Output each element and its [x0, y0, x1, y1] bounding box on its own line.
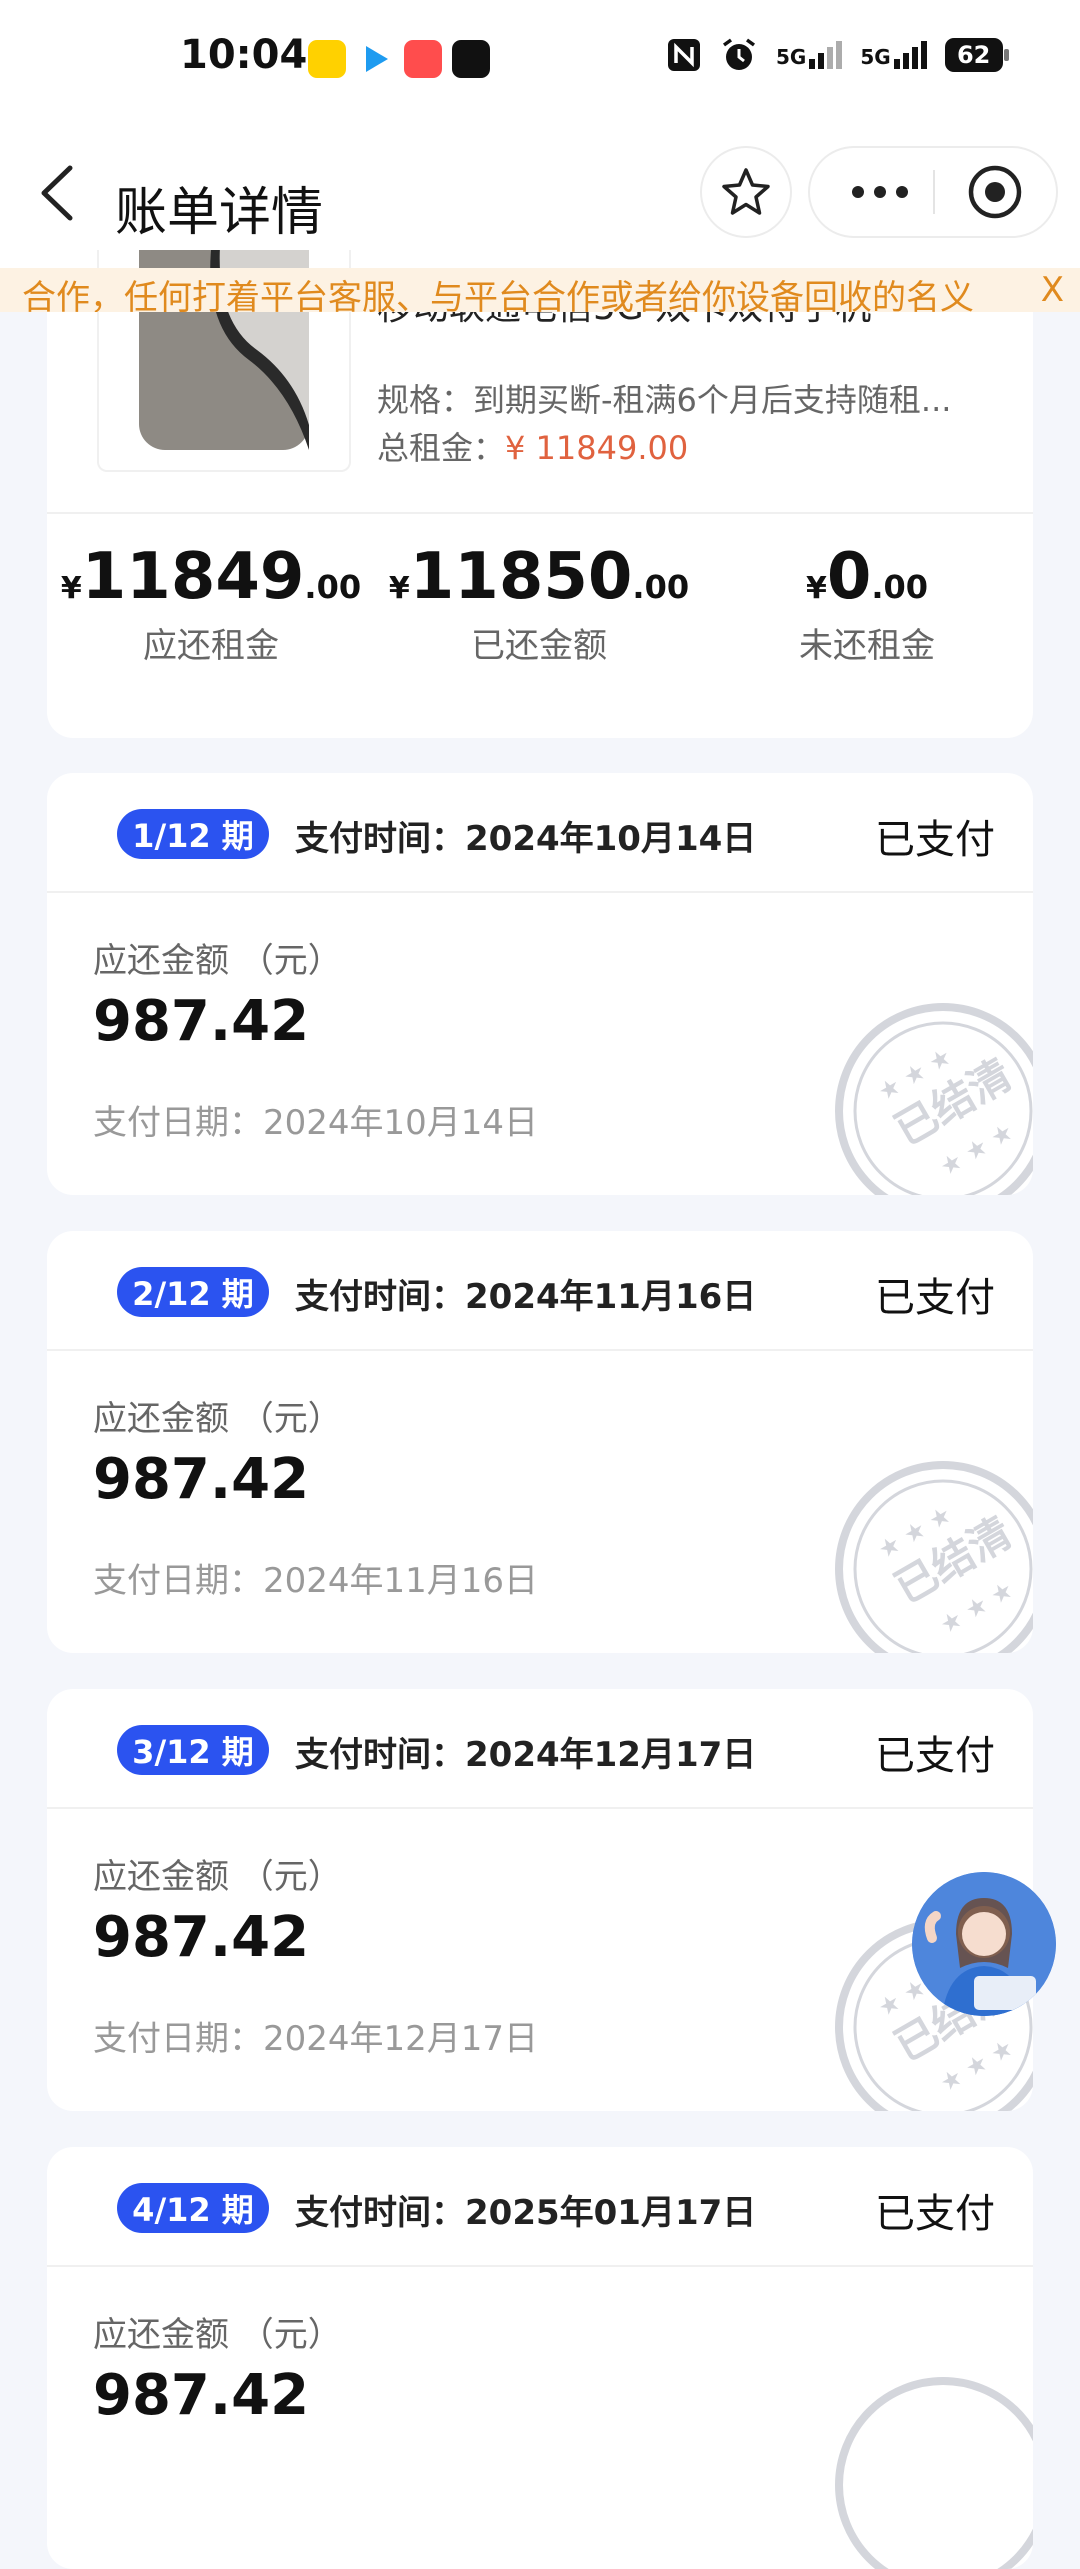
pay-date: 支付日期：2024年10月14日	[93, 1103, 539, 1143]
period-badge: 4/12 期	[117, 2183, 269, 2233]
installment-card[interactable]: 1/12 期 支付时间：2024年10月14日 已支付 应还金额 （元） 987…	[47, 773, 1033, 1195]
stat-unpaid: ¥0.00 未还租金	[703, 540, 1031, 667]
stat-decimal: .00	[632, 568, 690, 606]
stat-integer: 11849	[81, 540, 305, 614]
currency-symbol: ¥	[388, 571, 410, 606]
settled-stamp	[833, 2375, 1033, 2569]
signal-2-icon: 5G	[860, 41, 927, 69]
payment-status: 已支付	[875, 1275, 995, 1321]
stat-amount: ¥0.00	[703, 540, 1031, 614]
nav-bar: 账单详情	[0, 120, 1080, 268]
period-badge: 2/12 期	[117, 1267, 269, 1317]
alarm-icon	[722, 38, 756, 70]
settled-stamp: ★ ★ ★ 已结清 ★ ★ ★	[833, 1459, 1033, 1653]
currency-symbol: ¥	[60, 571, 82, 606]
installment-card[interactable]: 2/12 期 支付时间：2024年11月16日 已支付 应还金额 （元） 987…	[47, 1231, 1033, 1653]
installment-header: 1/12 期 支付时间：2024年10月14日 已支付	[47, 773, 1033, 893]
installment-card[interactable]: 3/12 期 支付时间：2024年12月17日 已支付 应还金额 （元） 987…	[47, 1689, 1033, 2111]
amount-value: 987.42	[93, 1447, 310, 1512]
notice-banner: 合作，任何打着平台客服、与平台合作或者给你设备回收的名义 X	[0, 268, 1080, 312]
pay-date: 支付日期：2024年11月16日	[93, 1561, 539, 1601]
settled-stamp: ★ ★ ★ 已结清 ★ ★ ★	[833, 1001, 1033, 1195]
star-icon	[722, 168, 770, 215]
amount-label: 应还金额 （元）	[93, 2315, 342, 2355]
installment-header: 2/12 期 支付时间：2024年11月16日 已支付	[47, 1231, 1033, 1351]
product-total: 总租金：¥ 11849.00	[377, 423, 688, 469]
amount-label: 应还金额 （元）	[93, 1857, 342, 1897]
stat-rent-due: ¥11849.00 应还租金	[47, 540, 375, 667]
amount-label: 应还金额 （元）	[93, 1399, 342, 1439]
back-icon[interactable]	[30, 158, 90, 228]
stat-label: 未还租金	[799, 626, 935, 666]
installment-header: 3/12 期 支付时间：2024年12月17日 已支付	[47, 1689, 1033, 1809]
amount-value: 987.42	[93, 2363, 310, 2428]
stat-integer: 11850	[409, 540, 633, 614]
currency-symbol: ¥	[805, 571, 827, 606]
status-time: 10:04	[180, 32, 308, 78]
pay-time: 支付时间：2024年10月14日	[295, 819, 757, 859]
stat-label: 已还金额	[471, 626, 607, 666]
signal-2-label: 5G	[860, 45, 891, 69]
period-badge: 3/12 期	[117, 1725, 269, 1775]
stat-amount: ¥11850.00	[375, 540, 703, 614]
pay-time: 支付时间：2024年12月17日	[295, 1735, 757, 1775]
more-button[interactable]	[830, 148, 930, 236]
stat-integer: 0	[826, 540, 872, 614]
signal-1-label: 5G	[776, 45, 807, 69]
period-badge: 1/12 期	[117, 809, 269, 859]
product-spec: 规格：到期买断-租满6个月后支持随租...	[377, 381, 952, 419]
signal-1-icon: 5G	[776, 41, 843, 69]
stat-paid: ¥11850.00 已还金额	[375, 540, 703, 667]
stat-amount: ¥11849.00	[47, 540, 375, 614]
pay-time: 支付时间：2025年01月17日	[295, 2193, 757, 2233]
stat-decimal: .00	[304, 568, 362, 606]
total-value: ¥ 11849.00	[505, 429, 689, 467]
payment-status: 已支付	[875, 817, 995, 863]
target-close-icon	[968, 165, 1022, 219]
dewu-icon	[452, 40, 490, 78]
pay-time: 支付时间：2024年11月16日	[295, 1277, 757, 1317]
capsule-divider	[933, 170, 935, 214]
product-card: 移动联通电信5G 双卡双待手机 规格：到期买断-租满6个月后支持随租... 总租…	[47, 250, 1033, 738]
notice-text: 合作，任何打着平台客服、与平台合作或者给你设备回收的名义	[22, 278, 974, 312]
notice-close-button[interactable]: X	[1041, 270, 1064, 310]
payment-status: 已支付	[875, 1733, 995, 1779]
amount-label: 应还金额 （元）	[93, 941, 342, 981]
mini-program-capsule	[810, 148, 1056, 236]
favorite-button[interactable]	[702, 148, 790, 236]
customer-service-avatar[interactable]	[912, 1872, 1056, 2016]
card-divider	[47, 512, 1033, 514]
meituan-icon	[308, 40, 346, 78]
installment-header: 4/12 期 支付时间：2025年01月17日 已支付	[47, 2147, 1033, 2267]
video-app-icon	[356, 40, 394, 78]
status-indicators: 5G 5G 62	[666, 36, 1009, 74]
more-dots-icon	[852, 186, 908, 198]
stat-decimal: .00	[871, 568, 929, 606]
amount-value: 987.42	[93, 1905, 310, 1970]
status-app-icons	[308, 40, 490, 78]
page-title: 账单详情	[115, 183, 324, 243]
amount-value: 987.42	[93, 989, 310, 1054]
installment-card[interactable]: 4/12 期 支付时间：2025年01月17日 已支付 应还金额 （元） 987…	[47, 2147, 1033, 2569]
payment-status: 已支付	[875, 2191, 995, 2237]
stat-label: 应还租金	[143, 626, 279, 666]
battery-icon: 62	[944, 38, 1009, 72]
pay-date: 支付日期：2024年12月17日	[93, 2019, 539, 2059]
shopping-app-icon	[404, 40, 442, 78]
nfc-icon	[668, 39, 700, 71]
total-label: 总租金：	[377, 429, 506, 467]
status-bar: 10:04 5G 5G 62	[0, 0, 1080, 120]
close-mini-program-button[interactable]	[945, 148, 1045, 236]
